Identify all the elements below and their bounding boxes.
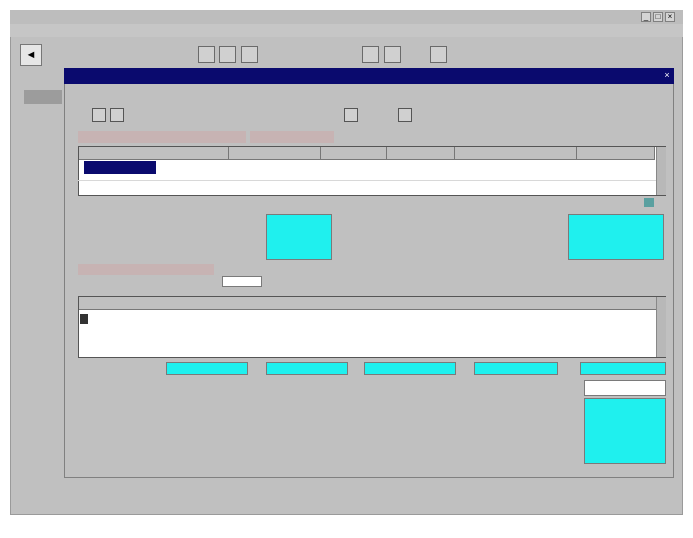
grid2-header[interactable]	[79, 297, 657, 310]
lower-cyan-field[interactable]	[584, 398, 666, 464]
bottom-field-4[interactable]	[474, 362, 558, 375]
grid-col-6[interactable]	[577, 147, 655, 160]
bottom-field-3[interactable]	[364, 362, 456, 375]
grid1-scrollbar[interactable]	[656, 147, 666, 195]
bottom-field-5[interactable]	[580, 362, 666, 375]
grid-col-4[interactable]	[387, 147, 455, 160]
grid1-row-divider	[78, 180, 656, 181]
side-tab-2[interactable]	[24, 108, 62, 122]
grid-col-5[interactable]	[455, 147, 577, 160]
inner-tool-button-4[interactable]	[398, 108, 412, 122]
data-grid-top[interactable]	[78, 146, 666, 196]
lower-white-field[interactable]	[584, 380, 666, 396]
close-button[interactable]: ×	[665, 12, 675, 22]
tab-2[interactable]	[250, 131, 334, 143]
menu-bar	[10, 24, 683, 37]
inner-tool-button-1[interactable]	[92, 108, 106, 122]
red-field-label	[78, 264, 214, 275]
data-grid-bottom[interactable]	[78, 296, 666, 358]
grid-selected-row[interactable]	[84, 161, 156, 174]
toolbar-button-6[interactable]	[430, 46, 447, 63]
bottom-field-2[interactable]	[266, 362, 348, 375]
grid-col-2[interactable]	[229, 147, 321, 160]
small-indicator	[644, 198, 654, 207]
toolbar-button-3[interactable]	[241, 46, 258, 63]
maximize-button[interactable]: □	[653, 12, 663, 22]
cyan-field-right[interactable]	[568, 214, 664, 260]
bottom-field-1[interactable]	[166, 362, 248, 375]
inner-tool-button-2[interactable]	[110, 108, 124, 122]
status-text	[250, 476, 410, 484]
grid2-scrollbar[interactable]	[656, 297, 666, 357]
arrow-left-icon: ◄	[25, 49, 37, 61]
window-title	[24, 12, 304, 22]
side-tab-3[interactable]	[24, 126, 62, 140]
back-nav-button[interactable]: ◄	[20, 44, 42, 66]
small-field-input[interactable]	[222, 276, 262, 287]
inner-window-title	[64, 68, 674, 84]
inner-close-button[interactable]: ×	[662, 70, 672, 81]
inner-tool-button-3[interactable]	[344, 108, 358, 122]
grid-col-3[interactable]	[321, 147, 387, 160]
side-tab-1[interactable]	[24, 90, 62, 104]
toolbar-button-5[interactable]	[384, 46, 401, 63]
toolbar-button-2[interactable]	[219, 46, 236, 63]
grid-col-1[interactable]	[79, 147, 229, 160]
grid2-row-marker	[80, 314, 88, 324]
toolbar-button-1[interactable]	[198, 46, 215, 63]
cyan-field-left[interactable]	[266, 214, 332, 260]
toolbar-button-4[interactable]	[362, 46, 379, 63]
minimize-button[interactable]: _	[641, 12, 651, 22]
tab-1[interactable]	[78, 131, 246, 143]
